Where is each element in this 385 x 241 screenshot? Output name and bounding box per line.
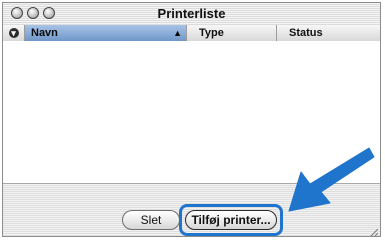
column-header-type-label: Type — [199, 27, 224, 39]
delete-button[interactable]: Slet — [122, 210, 180, 230]
column-header-status-label: Status — [289, 27, 323, 39]
column-header-name[interactable]: Navn ▲ — [25, 25, 187, 41]
title-bar[interactable]: Printerliste — [3, 3, 380, 26]
add-printer-button[interactable]: Tilføj printer... — [185, 210, 277, 230]
column-header-name-label: Navn — [31, 27, 58, 39]
sort-ascending-icon: ▲ — [173, 28, 182, 38]
column-options-button[interactable]: ▾ — [3, 25, 25, 41]
column-header-row: ▾ Navn ▲ Type Status — [3, 25, 380, 42]
pointer-arrow-icon — [288, 147, 375, 212]
window-title: Printerliste — [157, 6, 226, 21]
column-options-icon: ▾ — [8, 28, 19, 38]
column-header-type[interactable]: Type — [187, 25, 277, 41]
resize-grip-icon[interactable] — [368, 227, 378, 237]
column-header-status[interactable]: Status — [277, 25, 359, 41]
